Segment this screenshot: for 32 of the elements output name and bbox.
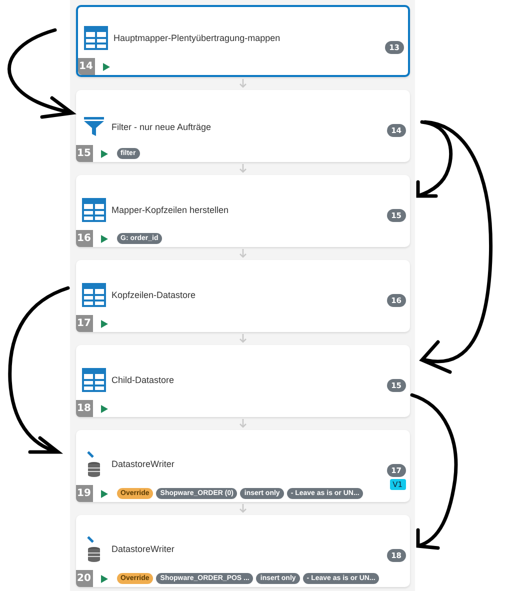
play-icon[interactable] — [100, 320, 108, 328]
step-number: 20 — [76, 570, 92, 587]
step-number: 18 — [76, 400, 92, 417]
play-icon[interactable] — [100, 234, 108, 242]
down-arrow-icon — [238, 164, 246, 173]
step-title: Kopfzeilen-Datastore — [112, 290, 196, 300]
step-title: Hauptmapper-Plentyübertragung-mappen — [114, 33, 280, 43]
step-number: 16 — [76, 230, 92, 247]
filter-icon — [82, 117, 106, 137]
play-icon[interactable] — [102, 62, 110, 70]
down-arrow-icon — [238, 79, 246, 88]
play-icon[interactable] — [100, 490, 108, 498]
down-arrow-icon — [238, 419, 246, 428]
table-icon — [84, 26, 108, 50]
step-title: DatastoreWriter — [112, 544, 174, 554]
step-number: 15 — [76, 145, 92, 162]
step-number: 14 — [78, 58, 94, 75]
play-icon[interactable] — [100, 574, 108, 582]
step-number: 17 — [76, 315, 92, 332]
step-title: Filter - nur neue Aufträge — [112, 122, 212, 132]
table-icon — [82, 283, 106, 307]
table-icon — [82, 368, 106, 392]
down-arrow-icon — [238, 249, 246, 258]
step-title: Mapper-Kopfzeilen herstellen — [112, 205, 229, 215]
down-arrow-icon — [238, 504, 246, 513]
play-icon[interactable] — [100, 150, 108, 158]
table-icon — [82, 198, 106, 222]
step-title: Child-Datastore — [112, 375, 174, 385]
step-number: 19 — [76, 485, 92, 502]
step-title: DatastoreWriter — [112, 459, 174, 469]
play-icon[interactable] — [100, 404, 108, 412]
down-arrow-icon — [238, 334, 246, 343]
